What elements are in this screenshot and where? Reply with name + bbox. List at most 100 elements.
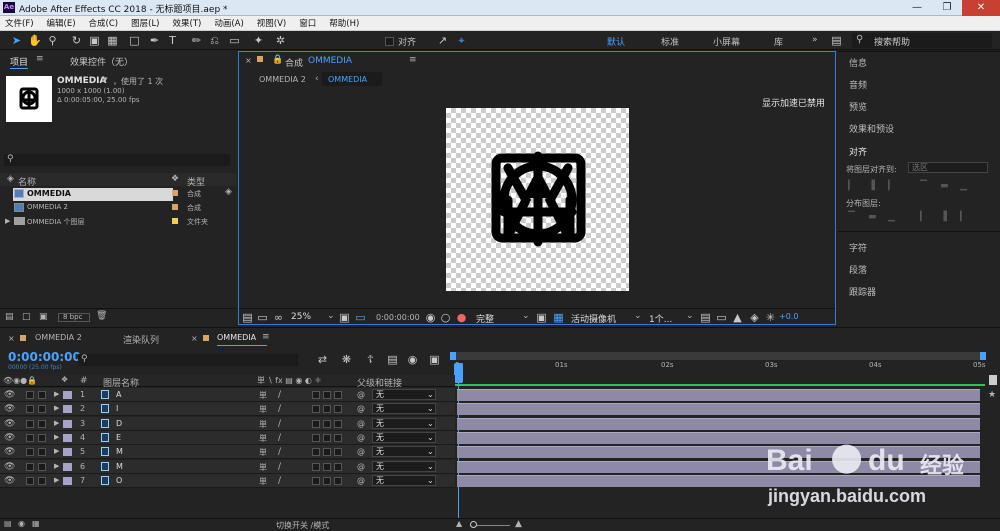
visibility-eye-icon[interactable]: 👁 [4,390,15,400]
shy-switch-icon[interactable]: 単 [259,390,267,401]
layer-duration-bar[interactable] [457,403,980,416]
timeline-tab[interactable]: OMMEDIA 2 [35,333,82,342]
workspace-library[interactable]: 库 [774,35,783,48]
shy-switch-icon[interactable]: 単 [259,433,267,444]
rectangle-tool-icon[interactable]: □ [128,34,141,47]
motion-blur-toggle[interactable] [312,476,320,485]
3d-layer-toggle[interactable] [334,419,342,428]
expand-arrow-icon[interactable]: ▶ [54,433,59,441]
monitor-icon[interactable]: ▭ [256,311,269,324]
visibility-eye-icon[interactable]: 👁 [4,447,15,457]
selection-tool-icon[interactable]: ➤ [10,34,23,47]
solo-toggle[interactable] [26,419,34,428]
panel-paragraph[interactable]: 段落 [849,263,867,276]
frame-blending-icon[interactable]: ▤ [386,353,399,366]
fit-icon[interactable]: ▣ [338,311,351,324]
visibility-eye-icon[interactable]: 👁 [4,462,15,472]
timeline-icon[interactable]: ▲ [731,311,744,324]
motion-blur-toggle[interactable] [312,405,320,414]
3d-layer-toggle[interactable] [334,476,342,485]
more-workspaces-icon[interactable]: » [812,35,818,45]
workspace-small-screen[interactable]: 小屏幕 [713,35,740,48]
bpc-button[interactable]: 8 bpc [58,313,90,322]
layer-row[interactable]: 👁 ▶ 2 I 単 ∕ @ 无 ⌄ [0,402,455,417]
toggle-switches-modes[interactable]: 切换开关 /模式 [276,520,329,531]
parent-select[interactable]: 无 ⌄ [372,417,436,429]
pan-behind-tool-icon[interactable]: ▦ [106,34,119,47]
new-composition-icon[interactable]: ▣ [39,312,48,322]
expand-arrow-icon[interactable]: ▶ [5,217,10,225]
quality-switch-icon[interactable]: ∕ [278,433,281,443]
align-left-icon[interactable]: ▎ [848,181,855,191]
parent-select[interactable]: 无 ⌄ [372,460,436,472]
distribute-bottom-icon[interactable]: ▁ [888,212,895,222]
adjustment-toggle[interactable] [323,391,331,399]
pick-whip-icon[interactable]: @ [357,476,365,485]
expand-arrow-icon[interactable]: ▶ [54,476,59,484]
panel-character[interactable]: 字符 [849,241,867,254]
snap-option-icon[interactable]: ↗ [436,34,449,47]
quality-switch-icon[interactable]: ∕ [278,404,281,414]
distribute-vcenter-icon[interactable]: ▬ [868,212,877,222]
help-search-box[interactable]: ⚲ 搜索帮助 [852,33,992,48]
visibility-eye-icon[interactable]: 👁 [4,419,15,429]
quality-switch-icon[interactable]: ∕ [278,390,281,400]
region-of-interest-icon[interactable]: ▣ [535,311,548,324]
camera-select[interactable]: 活动摄像机 [571,312,616,325]
exposure-value[interactable]: +0.0 [779,312,798,321]
panel-menu-icon[interactable]: ≡ [409,55,417,65]
current-time[interactable]: 0:00:00:00 [8,350,81,364]
shy-switch-icon[interactable]: 単 [259,419,267,430]
menu-composition[interactable]: 合成(C) [89,17,119,29]
snapshot-icon[interactable]: ◉ [424,311,437,324]
comp-button-icon[interactable]: ★ [988,390,996,400]
3d-layer-toggle[interactable] [334,448,342,457]
expand-arrow-icon[interactable]: ▶ [54,419,59,427]
time-zoom-thumb[interactable] [470,521,477,528]
layer-name[interactable]: E [116,433,121,442]
panel-preview[interactable]: 预览 [849,100,867,113]
align-hcenter-icon[interactable]: ▐ [868,181,875,191]
menu-window[interactable]: 窗口 [299,17,316,29]
shy-switch-icon[interactable]: 単 [259,476,267,487]
lock-toggle[interactable] [38,405,46,414]
distribute-right-icon[interactable]: ▎ [960,212,967,222]
snap-checkbox[interactable] [385,37,394,46]
adjustment-toggle[interactable] [323,448,331,457]
zoom-in-icon[interactable]: ▲ [515,519,522,529]
parent-select[interactable]: 无 ⌄ [372,431,436,443]
timeline-tab-active[interactable]: OMMEDIA [217,333,256,342]
minimize-button[interactable]: — [902,0,932,16]
motion-blur-icon[interactable]: ◉ [406,353,419,366]
panel-tracker[interactable]: 跟踪器 [849,285,876,298]
menu-edit[interactable]: 编辑(E) [47,17,76,29]
hand-tool-icon[interactable]: ✋ [28,34,42,47]
roto-brush-tool-icon[interactable]: ✦ [252,34,265,47]
new-folder-icon[interactable]: □ [22,312,31,322]
close-tab-icon[interactable]: × [245,56,252,65]
always-preview-icon[interactable]: ▤ [241,311,254,324]
flowchart-icon[interactable]: ◈ [225,187,232,197]
layer-row[interactable]: 👁 ▶ 7 O 単 ∕ @ 无 ⌄ [0,473,455,488]
safe-zones-icon[interactable]: ▭ [354,311,367,324]
3d-layer-toggle[interactable] [334,391,342,399]
delete-icon[interactable]: 🗑 [96,311,107,321]
workspace-standard[interactable]: 标准 [661,35,679,48]
project-row-name[interactable]: OMMEDIA 个图层 [27,217,84,227]
expand-arrow-icon[interactable]: ▶ [54,447,59,455]
visibility-eye-icon[interactable]: 👁 [4,433,15,443]
3d-layer-toggle[interactable] [334,405,342,414]
eraser-tool-icon[interactable]: ▭ [228,34,241,47]
layer-row[interactable]: 👁 ▶ 1 A 単 ∕ @ 无 ⌄ [0,388,455,402]
shy-switch-icon[interactable]: 単 [259,462,267,473]
distribute-left-icon[interactable]: ▎ [920,212,927,222]
layer-row[interactable]: 👁 ▶ 6 M 単 ∕ @ 无 ⌄ [0,459,455,474]
panel-audio[interactable]: 音频 [849,78,867,91]
toggle-pixel-aspect-icon[interactable]: ▤ [699,311,712,324]
menu-layer[interactable]: 图层(L) [131,17,159,29]
pick-whip-icon[interactable]: @ [357,433,365,442]
panel-menu-icon[interactable]: ≡ [262,332,270,342]
align-to-select[interactable]: 选区 [908,162,988,173]
motion-blur-toggle[interactable] [312,433,320,442]
pick-whip-icon[interactable]: @ [357,390,365,399]
